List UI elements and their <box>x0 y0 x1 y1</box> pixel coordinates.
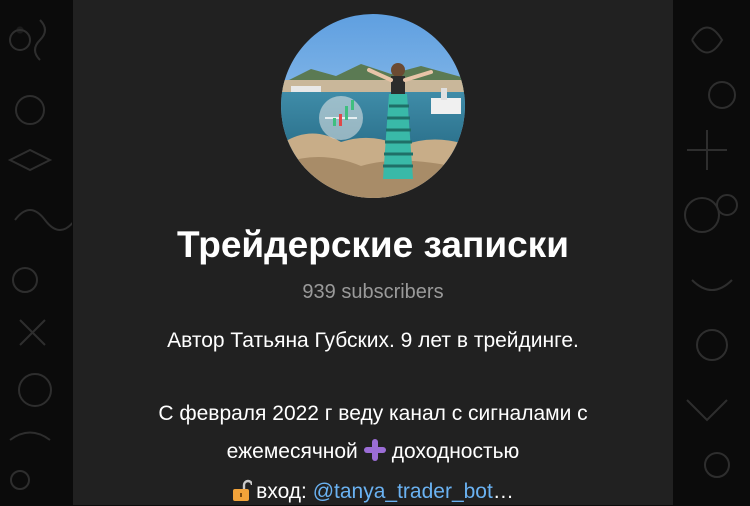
channel-avatar[interactable] <box>281 14 465 198</box>
description-line-4: вход: @tanya_trader_bot… <box>73 478 673 506</box>
description-text: ежемесячной <box>226 440 358 463</box>
wallpaper-doodles-left <box>7 19 72 490</box>
description-text: … <box>492 480 514 503</box>
avatar-photo <box>281 14 465 198</box>
description-line-1: Автор Татьяна Губских. 9 лет в трейдинге… <box>167 329 579 352</box>
channel-title: Трейдерские записки <box>177 224 569 265</box>
description-text: доходностью <box>391 440 520 463</box>
bot-link[interactable]: @tanya_trader_bot <box>313 480 493 503</box>
plus-icon <box>363 439 386 461</box>
description-line-3: ежемесячной доходностью <box>73 438 673 466</box>
description-line-2: С февраля 2022 г веду канал с сигналами … <box>158 402 588 425</box>
description-text: вход: <box>256 480 313 503</box>
wallpaper-doodles-right <box>684 26 738 478</box>
open-lock-icon <box>233 479 253 501</box>
subscriber-count: 939 subscribers <box>302 281 444 303</box>
channel-info-card: Трейдерские записки 939 subscribers Авто… <box>73 0 673 505</box>
